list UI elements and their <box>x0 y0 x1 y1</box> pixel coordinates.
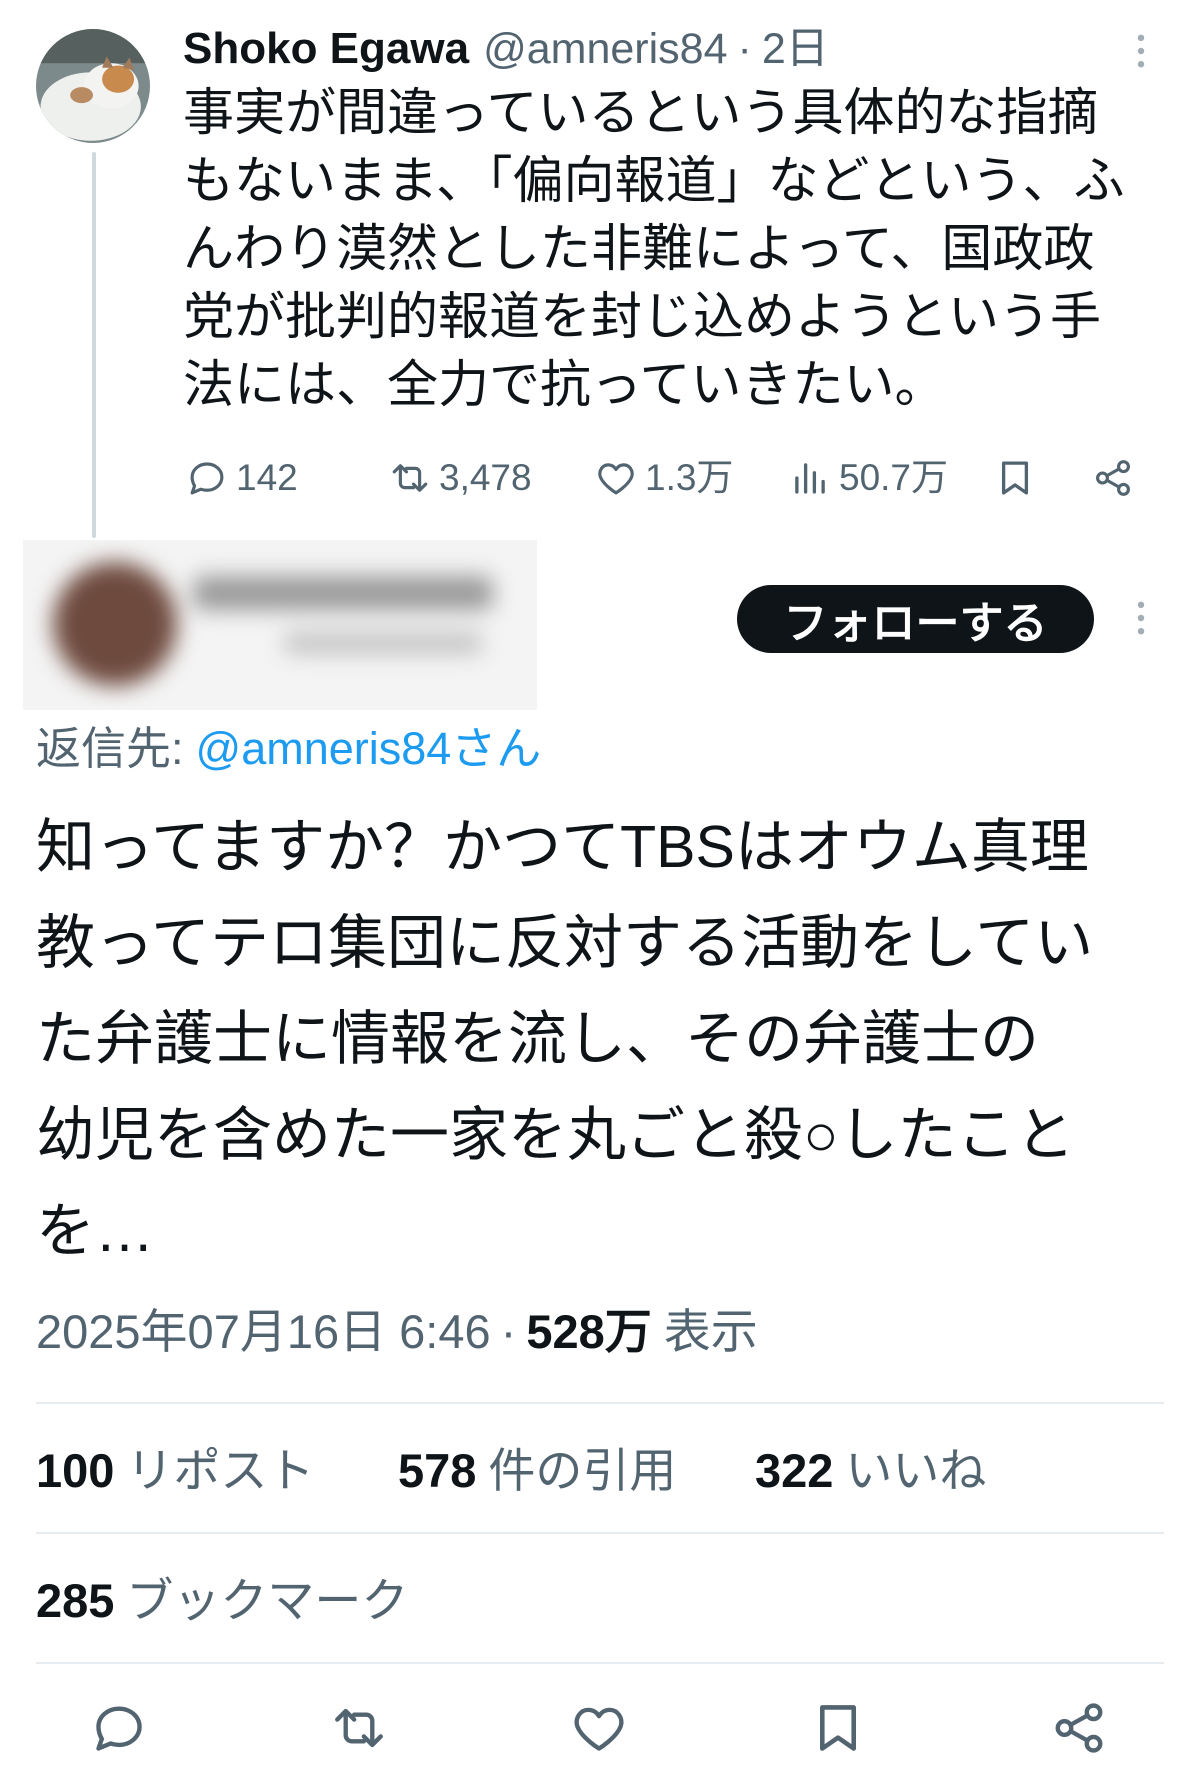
blurred-user-handle <box>283 632 483 654</box>
share-icon <box>1096 460 1130 496</box>
reply-to-handle-link[interactable]: @amneris84さん <box>196 723 542 774</box>
reply-button[interactable]: 142 <box>186 456 298 500</box>
tweet-text-line: 法には、全力で抗っていきたい。 <box>183 356 946 413</box>
reply-timestamp[interactable]: 2025年07月16日 6:46 <box>36 1305 491 1358</box>
like-count: 1.3万 <box>645 457 734 498</box>
tweet-text-line: 事実が間違っているという具体的な指摘 <box>183 84 1099 141</box>
bookmark-icon <box>1001 461 1029 495</box>
quotes-stat[interactable]: 578 件の引用 <box>398 1441 676 1501</box>
cat-photo-avatar-image <box>36 29 150 143</box>
tweet-text: 事実が間違っているという具体的な指摘 もないまま、「偏向報道」などという、ふ ん… <box>183 79 1124 419</box>
likes-count: 322 <box>755 1444 834 1497</box>
timestamp-separator: · <box>500 1305 517 1358</box>
likes-label: いいね <box>845 1444 987 1497</box>
retweet-count: 3,478 <box>439 457 532 498</box>
author-avatar[interactable] <box>36 29 150 143</box>
bookmark-action-button[interactable] <box>809 1699 867 1757</box>
divider <box>36 1532 1164 1534</box>
blurred-user-name <box>193 576 493 610</box>
share-button[interactable] <box>1092 456 1134 500</box>
reply-to-prefix: 返信先: <box>36 723 184 774</box>
author-name[interactable]: Shoko Egawa <box>183 20 469 78</box>
divider <box>36 1662 1164 1664</box>
divider <box>36 1402 1164 1404</box>
like-button[interactable]: 1.3万 <box>595 456 733 500</box>
views-count: 50.7万 <box>839 457 949 498</box>
follow-button[interactable]: フォローする <box>737 585 1094 653</box>
tweet-text-line: 党が批判的報道を封じ込めようという手 <box>183 288 1102 345</box>
like-icon <box>598 463 634 495</box>
bookmarks-label: ブックマーク <box>126 1574 409 1627</box>
retweet-icon <box>392 464 428 492</box>
blurred-user-info <box>23 540 537 710</box>
retweet-action-button[interactable] <box>330 1699 388 1757</box>
reply-to-line: 返信先: @amneris84さん <box>36 719 541 779</box>
reply-timestamp-line: 2025年07月16日 6:46 · 528万 表示 <box>36 1302 758 1362</box>
reply-text-line: 幼児を含めた一家を丸ごと殺○したこと <box>36 1102 1075 1168</box>
like-action-button[interactable] <box>570 1699 628 1757</box>
tweet-text-line: もないまま、「偏向報道」などという、ふ <box>183 152 1125 209</box>
reply-text: 知ってますか？かつてTBSはオウム真理 教ってテロ集団に反対する活動をしてい た… <box>36 799 1093 1279</box>
reply-text-line: 教ってテロ集団に反対する活動をしてい <box>36 910 1094 976</box>
reply-icon <box>190 462 224 495</box>
quotes-label: 件の引用 <box>488 1444 677 1497</box>
reply-icon <box>96 1706 142 1751</box>
views-button[interactable]: 50.7万 <box>789 456 948 500</box>
thread-connector-line <box>92 152 96 538</box>
reply-views-label: 表示 <box>663 1305 758 1358</box>
tweet-time[interactable]: 2日 <box>762 20 829 78</box>
views-icon <box>795 463 825 494</box>
reposts-count: 100 <box>36 1444 115 1497</box>
reply-text-line: 知ってますか？かつてTBSはオウム真理 <box>36 814 1089 880</box>
retweet-button[interactable]: 3,478 <box>389 456 532 500</box>
reposts-label: リポスト <box>126 1444 315 1497</box>
reply-action-button[interactable] <box>90 1699 148 1757</box>
reply-count: 142 <box>236 457 298 498</box>
tweet-more-button[interactable] <box>1123 29 1159 73</box>
author-handle[interactable]: @amneris84 <box>483 20 727 78</box>
bookmark-button[interactable] <box>994 456 1036 500</box>
tweet-text-line: んわり漠然とした非難によって、国政政 <box>183 220 1095 277</box>
reply-text-line: た弁護士に情報を流し、その弁護士の <box>36 1006 1040 1072</box>
reposts-stat[interactable]: 100 リポスト <box>36 1441 314 1501</box>
meta-separator: · <box>737 25 752 73</box>
reply-more-button[interactable] <box>1123 596 1159 640</box>
more-vertical-icon <box>1137 601 1145 635</box>
quotes-count: 578 <box>398 1444 477 1497</box>
bookmarks-count: 285 <box>36 1574 115 1627</box>
share-icon <box>1055 1703 1103 1753</box>
share-action-button[interactable] <box>1050 1699 1108 1757</box>
bookmark-icon <box>819 1705 857 1751</box>
retweet-icon <box>335 1708 383 1748</box>
blurred-user-avatar <box>53 562 177 686</box>
tweet-header: Shoko Egawa @amneris84 · 2日 <box>183 20 829 78</box>
like-icon <box>574 1707 624 1751</box>
reply-views-count: 528万 <box>526 1305 652 1358</box>
bookmarks-stat[interactable]: 285 ブックマーク <box>36 1571 408 1631</box>
more-vertical-icon <box>1137 34 1145 68</box>
likes-stat[interactable]: 322 いいね <box>755 1441 986 1501</box>
reply-text-line: を… <box>36 1198 155 1264</box>
